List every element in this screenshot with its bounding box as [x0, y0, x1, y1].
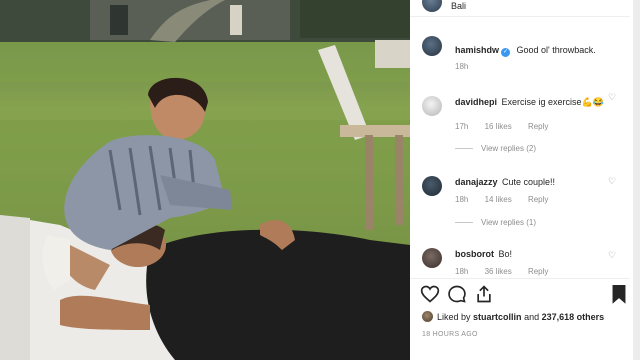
heart-outline-icon[interactable] — [420, 284, 440, 304]
post-header: Bali — [410, 0, 630, 17]
comment-age[interactable]: 17h — [455, 122, 468, 131]
post-location[interactable]: Bali — [451, 1, 466, 11]
reply-button[interactable]: Reply — [528, 195, 548, 204]
likes-summary: Liked by stuartcollin and 237,618 others — [422, 311, 604, 322]
comment-bubble-icon[interactable] — [447, 284, 467, 304]
likes-prefix: Liked by — [437, 312, 471, 322]
heart-small-icon[interactable]: ♡ — [608, 92, 616, 103]
comment-line: bosborot Bo! — [455, 244, 512, 262]
heart-small-icon[interactable]: ♡ — [608, 250, 616, 261]
avatar[interactable] — [422, 311, 433, 322]
comment-username[interactable]: danajazzy — [455, 177, 498, 187]
caption-line: hamishdw ✓ Good ol' throwback. — [455, 40, 596, 58]
comment-text: Cute couple!! — [501, 177, 556, 187]
reply-button[interactable]: Reply — [528, 122, 548, 131]
actions-divider — [410, 278, 630, 279]
caption-meta: 18h — [455, 62, 482, 71]
comment-age[interactable]: 18h — [455, 267, 468, 276]
share-icon[interactable] — [474, 284, 494, 304]
comment-meta: 18h 36 likes Reply — [455, 267, 562, 276]
likes-and: and — [524, 312, 540, 322]
likes-others[interactable]: 237,618 others — [542, 312, 605, 322]
window-edge — [633, 0, 640, 360]
avatar[interactable] — [422, 0, 442, 12]
caption-username[interactable]: hamishdw — [455, 45, 499, 55]
post-photo — [0, 0, 410, 360]
caption-text: Good ol' throwback. — [516, 45, 596, 55]
comment-likes[interactable]: 16 likes — [485, 122, 512, 131]
view-replies-label: View replies (2) — [481, 144, 536, 153]
post-sidebar: Bali hamishdw ✓ Good ol' throwback. 18h d… — [410, 0, 640, 360]
comment-username[interactable]: bosborot — [455, 249, 494, 259]
post-timestamp[interactable]: 18 HOURS AGO — [422, 331, 478, 338]
reply-button[interactable]: Reply — [528, 267, 548, 276]
comment-line: davidhepi Exercise ig exercise💪😂 — [455, 92, 604, 110]
avatar[interactable] — [422, 248, 442, 268]
replies-divider — [455, 222, 473, 224]
caption-age[interactable]: 18h — [455, 62, 468, 71]
liked-by-username[interactable]: stuartcollin — [473, 312, 522, 322]
bookmark-icon[interactable] — [609, 284, 629, 304]
comment-age[interactable]: 18h — [455, 195, 468, 204]
comment-line: danajazzy Cute couple!! — [455, 172, 555, 190]
verified-badge-icon: ✓ — [501, 48, 511, 57]
comment-meta: 17h 16 likes Reply — [455, 122, 562, 131]
view-replies-button[interactable]: View replies (1) — [455, 218, 536, 227]
heart-small-icon[interactable]: ♡ — [608, 176, 616, 187]
avatar[interactable] — [422, 36, 442, 56]
comment-username[interactable]: davidhepi — [455, 97, 497, 107]
replies-divider — [455, 148, 473, 150]
comment-likes[interactable]: 14 likes — [485, 195, 512, 204]
view-replies-label: View replies (1) — [481, 218, 536, 227]
avatar[interactable] — [422, 96, 442, 116]
view-replies-button[interactable]: View replies (2) — [455, 144, 536, 153]
comment-text: Exercise ig exercise💪😂 — [501, 97, 604, 107]
comment-text: Bo! — [498, 249, 512, 259]
comment-meta: 18h 14 likes Reply — [455, 195, 562, 204]
post-photo-illustration — [0, 0, 410, 360]
avatar[interactable] — [422, 176, 442, 196]
comment-likes[interactable]: 36 likes — [485, 267, 512, 276]
